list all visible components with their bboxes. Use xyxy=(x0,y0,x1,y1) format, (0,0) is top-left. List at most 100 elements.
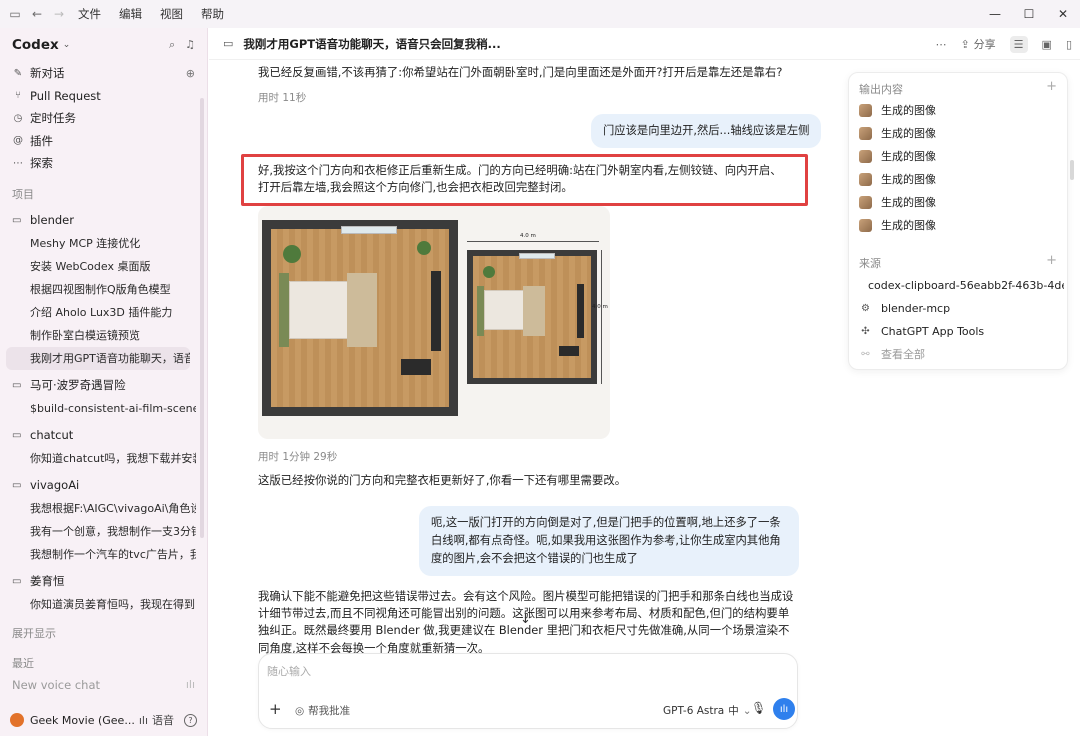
thread-item[interactable]: 你知道演员姜育恒吗，我现在得到 xyxy=(0,593,196,616)
output-item[interactable]: 生成的图像 xyxy=(859,215,1064,235)
sidebar-item-new-chat[interactable]: ✎ 新对话 ⊕ xyxy=(0,62,207,85)
thread-header: ▭ 我刚才用GPT语音功能聊天，语音只会回复我稍... ⋯ ⇪ 分享 ☰ ▣ ▯ xyxy=(209,28,1080,60)
room-render-large xyxy=(262,220,458,416)
bell-icon[interactable]: ♫ xyxy=(185,38,195,52)
voice-send-button[interactable]: ılı xyxy=(773,698,795,720)
output-item[interactable]: 生成的图像 xyxy=(859,123,1064,143)
search-icon[interactable]: ⌕ xyxy=(169,38,175,52)
back-arrow-icon[interactable]: ← xyxy=(26,3,48,25)
more-icon: ⋯ xyxy=(13,157,23,169)
voice-button[interactable]: ılı 语音 xyxy=(139,712,174,728)
project-folder[interactable]: ▭ 姜育恒 xyxy=(0,570,207,593)
account-name[interactable]: Geek Movie (Gee... xyxy=(30,714,135,727)
duration-label: 用时 11秒 xyxy=(258,92,307,104)
outline-panel-icon[interactable]: ☰ xyxy=(1009,35,1028,53)
forward-arrow-icon[interactable]: → xyxy=(48,3,70,25)
sidebar-item-explore[interactable]: ⋯ 探索 xyxy=(0,152,207,175)
add-icon[interactable]: + xyxy=(1046,253,1057,268)
assistant-message: 这版已经按你说的门方向和完整衣柜更新好了,你看一下还有哪里需要改。 xyxy=(258,473,627,487)
output-item[interactable]: 生成的图像 xyxy=(859,146,1064,166)
sidebar-item-label: Pull Request xyxy=(30,88,101,103)
sidebar-scrollbar[interactable] xyxy=(200,98,204,538)
thread-item[interactable]: 你知道chatcut吗，我想下载并安装 xyxy=(0,447,196,470)
sidebar-item-label: 插件 xyxy=(30,133,53,148)
sidebar-item-plugins[interactable]: @ 插件 xyxy=(0,130,207,153)
view-all-link[interactable]: ⚯ 查看全部 xyxy=(859,344,1064,364)
thread-item[interactable]: 我想制作一个汽车的tvc广告片，我 xyxy=(0,543,196,566)
projects-heading: 项目 xyxy=(12,187,34,201)
clock-icon: ◷ xyxy=(13,112,23,124)
duration-label: 用时 1分钟 29秒 xyxy=(258,451,338,463)
thread-item[interactable]: 我有一个创意，我想制作一支3分钟 xyxy=(0,520,196,543)
microphone-icon[interactable]: 🎙 xyxy=(751,701,766,715)
main-scrollbar[interactable] xyxy=(1070,160,1074,180)
minimize-button[interactable]: — xyxy=(978,0,1012,28)
highlight-box xyxy=(241,154,808,206)
menu-edit[interactable]: 编辑 xyxy=(119,6,142,22)
thread-item[interactable]: 安装 WebCodex 桌面版 xyxy=(0,255,196,278)
menu-file[interactable]: 文件 xyxy=(78,6,101,22)
close-button[interactable]: ✕ xyxy=(1046,0,1080,28)
recent-item[interactable]: New voice chat ılı xyxy=(0,674,207,697)
chevron-down-icon[interactable]: ⌄ xyxy=(63,40,71,50)
thread-item[interactable]: Meshy MCP 连接优化 xyxy=(0,232,196,255)
thread-title: 我刚才用GPT语音功能聊天，语音只会回复我稍... xyxy=(243,36,501,51)
menu-view[interactable]: 视图 xyxy=(160,6,183,22)
thread-item[interactable]: 我想根据F:\AIGC\vivagoAi\角色设 xyxy=(0,497,196,520)
folder-icon: ▭ xyxy=(12,214,22,226)
menu-bar: 文件 编辑 视图 帮助 xyxy=(78,6,242,22)
share-button[interactable]: ⇪ 分享 xyxy=(960,36,995,52)
window-controls: — ☐ ✕ xyxy=(978,0,1080,28)
source-item[interactable]: ✣ ChatGPT App Tools xyxy=(859,321,1064,341)
approval-mode-button[interactable]: ◎ 帮我批准 xyxy=(295,703,350,718)
gear-icon: ⚙ xyxy=(861,302,870,314)
terminal-icon[interactable]: ▣ xyxy=(1042,38,1052,51)
source-heading: 来源 xyxy=(859,257,881,270)
more-options-icon[interactable]: ⋯ xyxy=(935,38,946,51)
project-folder[interactable]: ▭ blender xyxy=(0,209,207,232)
thread-item-active[interactable]: 我刚才用GPT语音功能聊天，语音 xyxy=(6,346,190,370)
title-bar: ▭ ← → 文件 编辑 视图 帮助 — ☐ ✕ xyxy=(0,0,1080,28)
sidebar-toggle-icon[interactable]: ▭ xyxy=(4,3,26,25)
expand-toggle[interactable]: 展开显示 xyxy=(0,622,207,644)
project-folder[interactable]: ▭ chatcut xyxy=(0,424,207,447)
output-item[interactable]: 生成的图像 xyxy=(859,192,1064,212)
add-attachment-icon[interactable]: + xyxy=(269,700,282,718)
menu-help[interactable]: 帮助 xyxy=(201,6,224,22)
folder-icon: ▭ xyxy=(12,379,22,391)
thread-item[interactable]: 根据四视图制作Q版角色模型 xyxy=(0,278,196,301)
generated-image[interactable]: 4.0 m 4.0 m xyxy=(258,206,610,439)
room-render-small xyxy=(467,250,597,384)
help-icon[interactable]: ? xyxy=(184,713,197,727)
sidebar-item-pull-request[interactable]: ⑂ Pull Request xyxy=(0,85,207,108)
user-message: 呃,这一版门打开的方向倒是对了,但是门把手的位置啊,地上还多了一条白线啊,都有点… xyxy=(419,506,799,576)
output-item[interactable]: 生成的图像 xyxy=(859,100,1064,120)
composer: + ◎ 帮我批准 GPT-6 Astra 中 ⌄ 🎙 ılı xyxy=(258,653,798,729)
image-thumbnail xyxy=(859,195,872,209)
image-thumbnail xyxy=(859,103,872,117)
sidebar-item-scheduled[interactable]: ◷ 定时任务 xyxy=(0,107,207,130)
folder-icon: ▭ xyxy=(12,479,22,491)
project-folder[interactable]: ▭ vivagoAi xyxy=(0,474,207,497)
model-selector[interactable]: GPT-6 Astra 中 ⌄ xyxy=(663,703,752,718)
maximize-button[interactable]: ☐ xyxy=(1012,0,1046,28)
add-icon[interactable]: + xyxy=(1046,79,1057,94)
output-item[interactable]: 生成的图像 xyxy=(859,169,1064,189)
thread-item[interactable]: 介绍 Aholo Lux3D 插件能力 xyxy=(0,301,196,324)
thread-item[interactable]: $build-consistent-ai-film-scenes 帮 xyxy=(0,397,196,420)
side-panel-icon[interactable]: ▯ xyxy=(1066,38,1072,51)
add-icon[interactable]: ⊕ xyxy=(186,67,195,80)
project-folder[interactable]: ▭ 马可·波罗奇遇冒险 xyxy=(0,374,207,397)
image-thumbnail xyxy=(859,149,872,163)
chat-area: 我已经反复画错,不该再猜了:你希望站在门外面朝卧室时,门是向里面还是外面开?打开… xyxy=(209,60,839,660)
sidebar-header: Codex ⌄ ⌕ ♫ xyxy=(0,28,207,62)
thread-item[interactable]: 制作卧室白模运镜预览 xyxy=(0,324,196,347)
sidebar-item-label: 新对话 xyxy=(30,66,65,81)
source-item[interactable]: ⚙ blender-mcp xyxy=(859,298,1064,318)
source-item[interactable]: codex-clipboard-56eabb2f-463b-4de3 xyxy=(859,275,1064,295)
recent-heading: 最近 xyxy=(12,656,34,670)
avatar[interactable] xyxy=(10,713,24,727)
scroll-to-bottom-icon[interactable]: ↓ xyxy=(520,612,531,627)
message-input[interactable] xyxy=(267,660,767,682)
app-title[interactable]: Codex xyxy=(12,37,59,53)
